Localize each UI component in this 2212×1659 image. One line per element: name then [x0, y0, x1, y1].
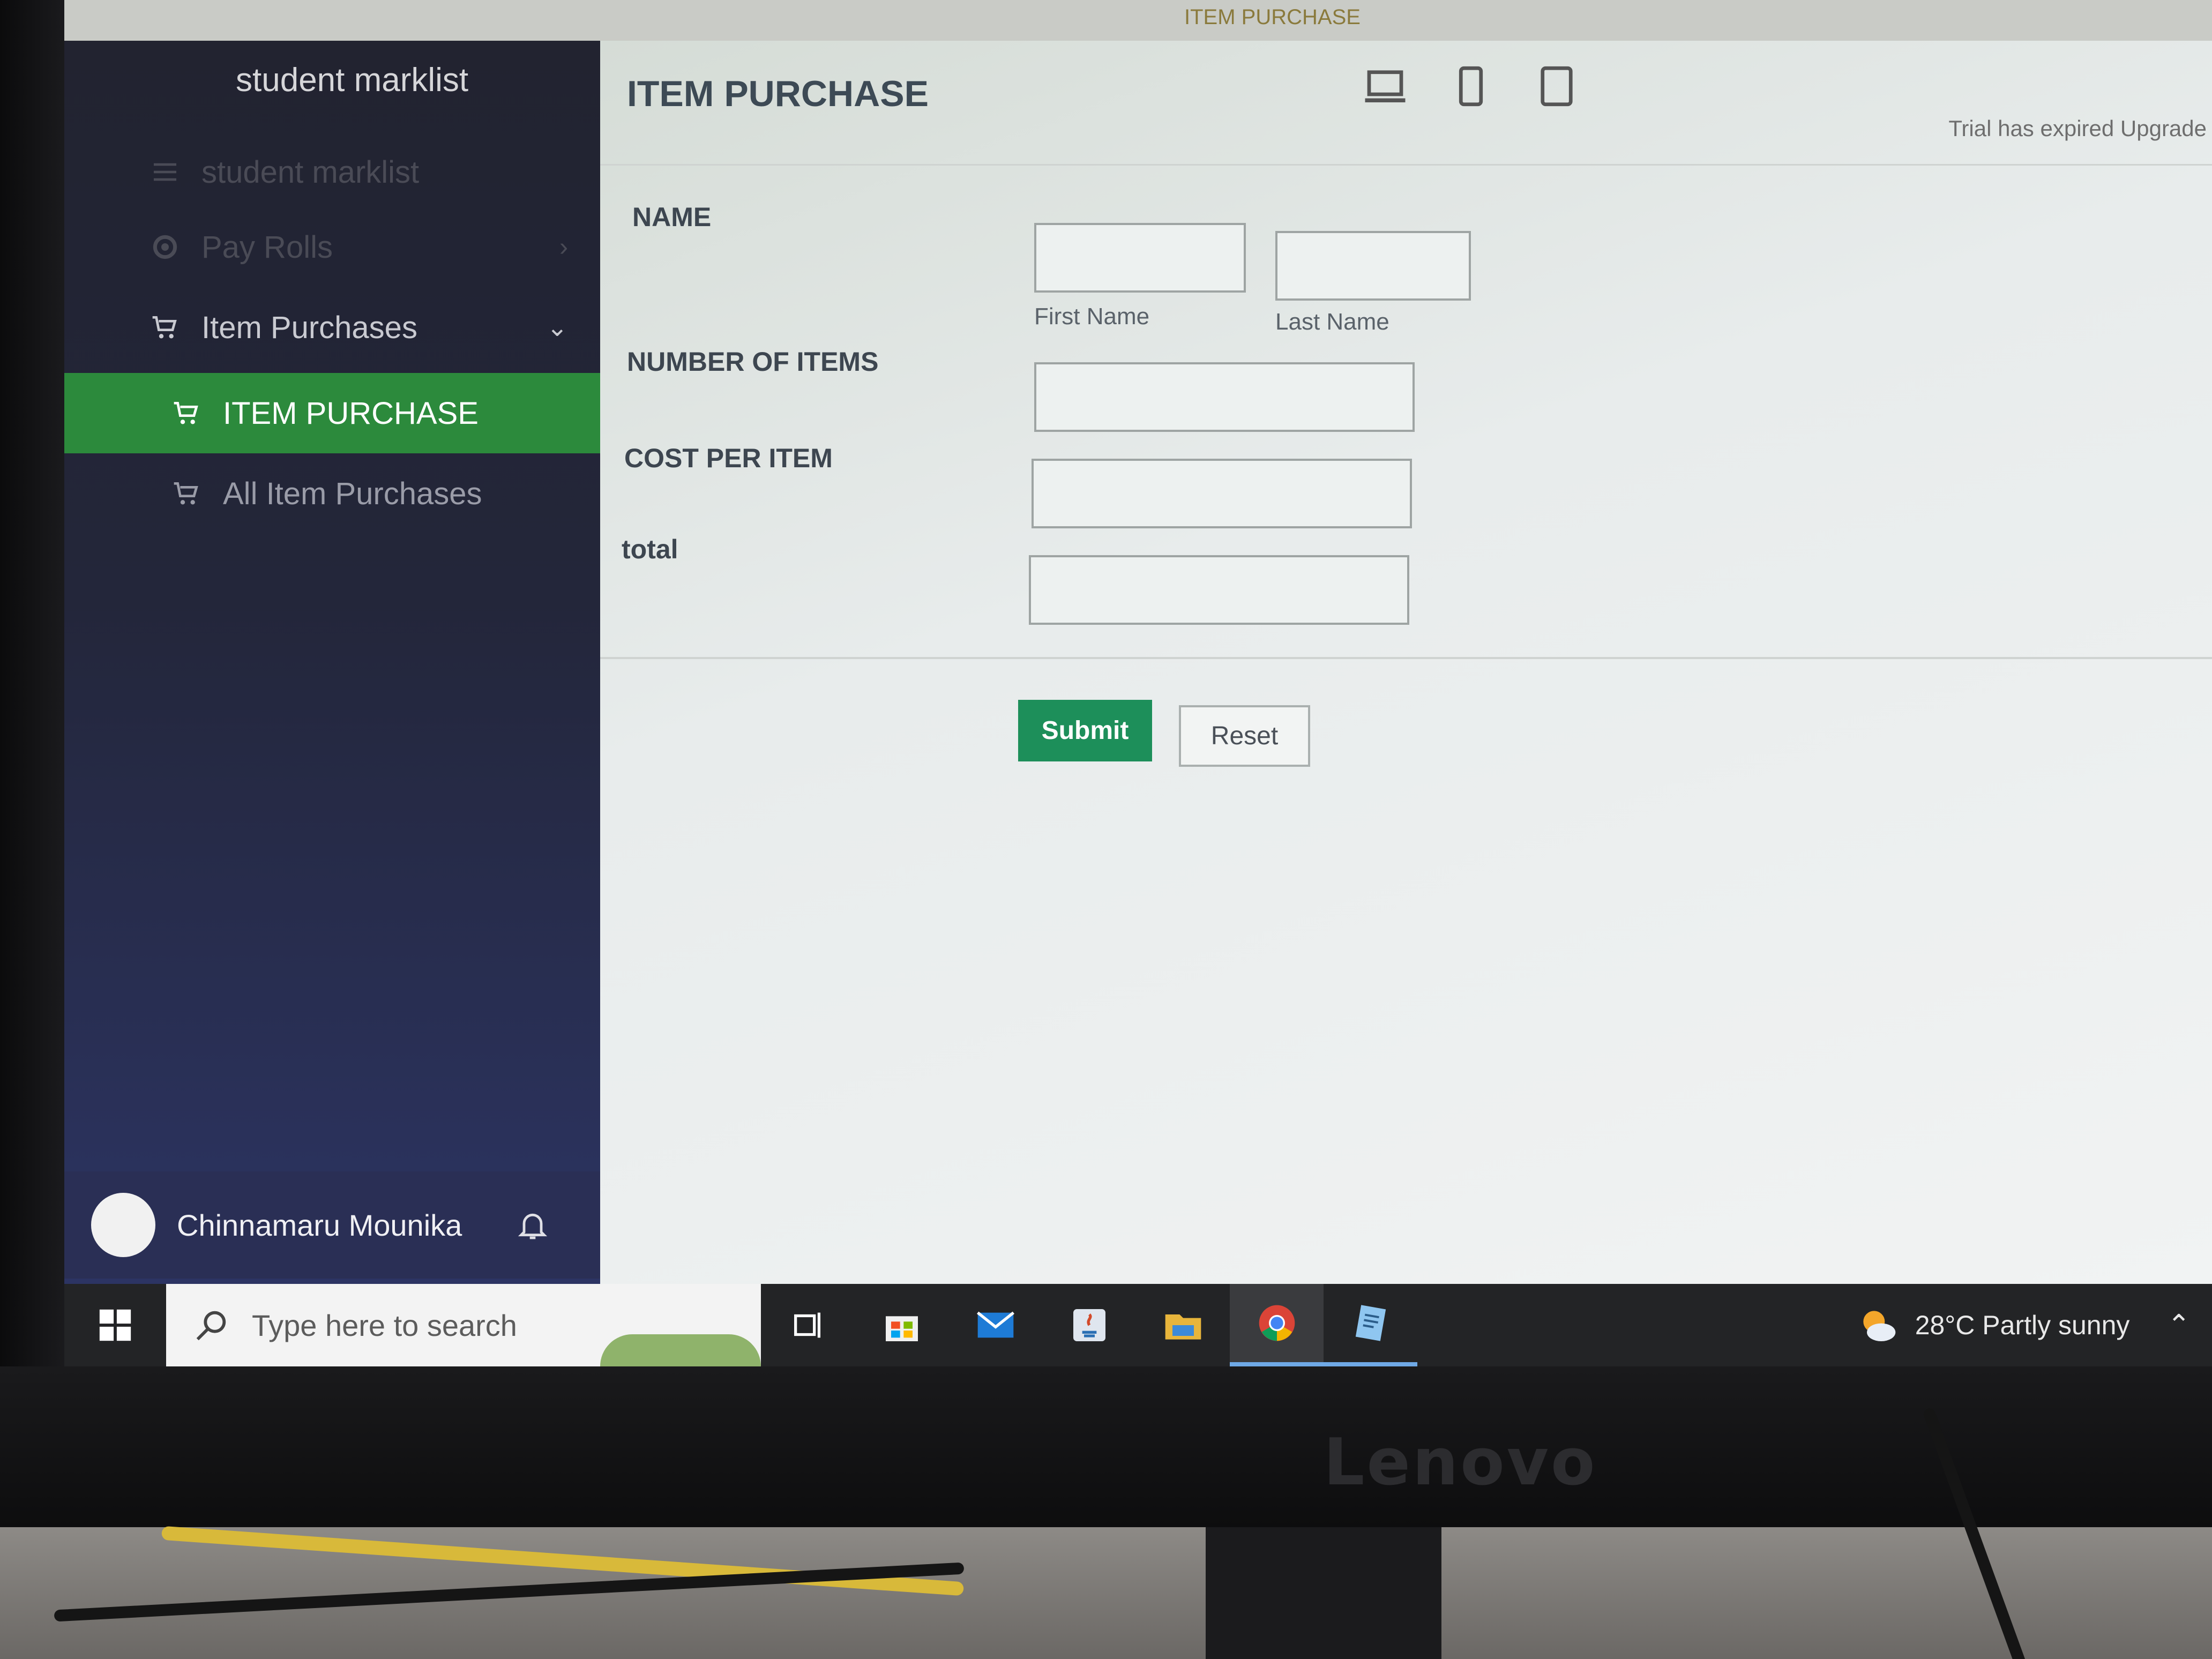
cart-icon [152, 316, 177, 339]
sidebar-item-student-marklist[interactable]: student marklist [64, 132, 600, 212]
monitor-stand [1206, 1527, 1441, 1659]
sidebar-item-label: ITEM PURCHASE [223, 395, 479, 431]
first-name-caption: First Name [1034, 303, 1150, 330]
weather-text: 28°C Partly sunny [1915, 1310, 2130, 1340]
search-highlight-image [600, 1334, 761, 1366]
divider [600, 657, 2212, 659]
user-name: Chinnamaru Mounika [177, 1208, 462, 1242]
sidebar-item-label: student marklist [201, 154, 420, 190]
number-of-items-label: NUMBER OF ITEMS [627, 347, 879, 377]
sidebar-item-label: All Item Purchases [223, 476, 482, 511]
sidebar-item-label: Item Purchases [201, 310, 417, 345]
search-icon [196, 1311, 226, 1341]
browser-tab-title[interactable]: ITEM PURCHASE [1184, 5, 1361, 29]
name-label: NAME [632, 202, 712, 232]
monitor-bezel-bottom: Lenovo [0, 1366, 2212, 1527]
monitor-brand-logo: Lenovo [1324, 1425, 1597, 1500]
page-title: ITEM PURCHASE [627, 73, 929, 114]
file-explorer-icon[interactable] [1136, 1284, 1230, 1366]
first-name-input[interactable] [1034, 223, 1246, 293]
last-name-caption: Last Name [1275, 309, 1389, 335]
search-placeholder: Type here to search [252, 1308, 517, 1342]
phone-icon[interactable] [1447, 62, 1495, 110]
divider [600, 164, 2212, 166]
partly-sunny-icon [1863, 1311, 1896, 1341]
weather-widget[interactable]: 28°C Partly sunny ⌃ [1856, 1304, 2212, 1347]
taskbar-search-box[interactable]: Type here to search [166, 1284, 761, 1366]
main-content: ITEM PURCHASE Trial has expired Upgrade … [600, 41, 2212, 1284]
device-preview-toolbar [1361, 62, 1581, 110]
cart-icon [174, 402, 198, 424]
store-icon[interactable] [855, 1284, 948, 1366]
sidebar-item-all-item-purchases[interactable]: All Item Purchases [64, 453, 600, 534]
sidebar-item-pay-rolls[interactable]: Pay Rolls › [64, 207, 600, 287]
bell-icon[interactable] [515, 1208, 550, 1242]
sidebar-item-item-purchase[interactable]: ITEM PURCHASE [64, 373, 600, 453]
trial-notice[interactable]: Trial has expired Upgrade [1948, 116, 2207, 141]
last-name-input[interactable] [1275, 231, 1471, 301]
submit-button[interactable]: Submit [1018, 700, 1152, 761]
tablet-icon[interactable] [1533, 62, 1581, 110]
browser-top-strip: ITEM PURCHASE [64, 0, 2212, 41]
list-icon [154, 163, 176, 181]
chevron-right-icon: › [559, 233, 568, 261]
reset-button[interactable]: Reset [1179, 705, 1310, 767]
chrome-icon[interactable] [1230, 1284, 1324, 1366]
app-title: student marklist [236, 62, 469, 99]
cost-per-item-input[interactable] [1032, 459, 1412, 528]
cart-icon [174, 482, 198, 505]
start-button[interactable] [64, 1284, 166, 1366]
total-label: total [622, 534, 678, 564]
monitor-screen: ITEM PURCHASE student marklist student m… [64, 0, 2212, 1366]
chevron-up-icon[interactable]: ⌃ [2167, 1309, 2191, 1341]
task-view-icon[interactable] [761, 1284, 855, 1366]
cost-per-item-label: COST PER ITEM [624, 443, 833, 473]
monitor-bezel-left [0, 0, 75, 1415]
laptop-icon[interactable] [1361, 62, 1409, 110]
windows-taskbar: Type here to search 28°C Partly sunny ⌃ [64, 1284, 2212, 1366]
mail-icon[interactable] [948, 1284, 1042, 1366]
number-of-items-input[interactable] [1034, 362, 1415, 432]
chevron-down-icon: ⌄ [546, 313, 568, 342]
sidebar-item-label: Pay Rolls [201, 229, 333, 265]
avatar[interactable] [91, 1193, 155, 1257]
windows-logo-icon [99, 1309, 131, 1341]
total-input[interactable] [1029, 555, 1409, 625]
gear-icon [153, 235, 177, 259]
sidebar: student marklist student marklist Pay Ro… [64, 41, 600, 1284]
notepad-icon[interactable] [1324, 1284, 1417, 1366]
sidebar-item-item-purchases[interactable]: Item Purchases ⌄ [64, 287, 600, 368]
java-icon[interactable] [1042, 1284, 1136, 1366]
user-panel: Chinnamaru Mounika [64, 1171, 600, 1279]
